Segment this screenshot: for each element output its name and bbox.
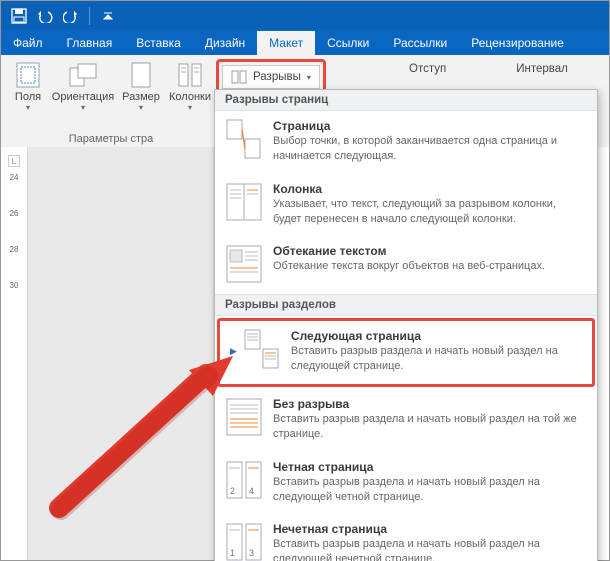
column-break-icon bbox=[225, 182, 263, 222]
page-breaks-header: Разрывы страниц bbox=[215, 90, 597, 111]
svg-text:1: 1 bbox=[230, 548, 235, 558]
orientation-label: Ориентация bbox=[52, 91, 114, 103]
size-button[interactable]: Размер▾ bbox=[117, 59, 165, 127]
break-nextpage-title: Следующая страница bbox=[291, 329, 582, 343]
break-oddpage-desc: Вставить разрыв раздела и начать новый р… bbox=[273, 537, 587, 561]
page-setup-group-label: Параметры стра bbox=[7, 133, 215, 145]
oddpage-break-icon: 13 bbox=[225, 522, 263, 561]
tab-file[interactable]: Файл bbox=[1, 31, 55, 55]
orientation-button[interactable]: Ориентация▾ bbox=[49, 59, 117, 127]
nextpage-break-icon bbox=[243, 329, 281, 369]
break-textwrap-desc: Обтекание текста вокруг объектов на веб-… bbox=[273, 259, 587, 274]
ruler-mark: 26 bbox=[10, 209, 19, 245]
tab-layout[interactable]: Макет bbox=[257, 31, 315, 55]
breaks-dropdown: Разрывы страниц Страница Выбор точки, в … bbox=[214, 89, 598, 561]
break-evenpage[interactable]: 24 Четная страница Вставить разрыв разде… bbox=[215, 452, 597, 515]
svg-text:2: 2 bbox=[230, 486, 235, 496]
undo-icon[interactable] bbox=[33, 4, 57, 28]
tab-mailings[interactable]: Рассылки bbox=[381, 31, 459, 55]
tab-review[interactable]: Рецензирование bbox=[459, 31, 576, 55]
customize-qat-icon[interactable] bbox=[96, 4, 120, 28]
margins-button[interactable]: Поля▾ bbox=[7, 59, 49, 127]
ruler-mark: 30 bbox=[10, 281, 19, 317]
redo-icon[interactable] bbox=[59, 4, 83, 28]
breaks-icon bbox=[231, 70, 247, 84]
break-nextpage[interactable]: ▶ Следующая страница Вставить разрыв раз… bbox=[217, 318, 595, 387]
svg-text:4: 4 bbox=[249, 486, 254, 496]
continuous-break-icon bbox=[225, 397, 263, 437]
break-page-title: Страница bbox=[273, 119, 587, 133]
page-break-icon bbox=[225, 119, 263, 159]
break-column-desc: Указывает, что текст, следующий за разры… bbox=[273, 197, 587, 227]
tab-home[interactable]: Главная bbox=[55, 31, 125, 55]
vertical-ruler: L 24 26 28 30 bbox=[1, 147, 28, 560]
ribbon-tabs: Файл Главная Вставка Дизайн Макет Ссылки… bbox=[1, 30, 609, 55]
save-icon[interactable] bbox=[7, 4, 31, 28]
columns-button[interactable]: Колонки▾ bbox=[165, 59, 215, 127]
break-oddpage-title: Нечетная страница bbox=[273, 522, 587, 536]
chevron-down-icon: ▾ bbox=[307, 73, 311, 82]
break-column[interactable]: Колонка Указывает, что текст, следующий … bbox=[215, 174, 597, 237]
selection-caret-icon: ▶ bbox=[230, 346, 237, 357]
tab-insert[interactable]: Вставка bbox=[124, 31, 193, 55]
margins-label: Поля bbox=[15, 91, 41, 103]
break-evenpage-title: Четная страница bbox=[273, 460, 587, 474]
ruler-corner: L bbox=[8, 155, 19, 167]
break-column-title: Колонка bbox=[273, 182, 587, 196]
group-page-setup: Поля▾ Ориентация▾ Размер▾ Колонки▾ Парам… bbox=[1, 55, 221, 147]
tab-references[interactable]: Ссылки bbox=[315, 31, 381, 55]
break-textwrap-title: Обтекание текстом bbox=[273, 244, 587, 258]
breaks-button[interactable]: Разрывы ▾ bbox=[222, 65, 320, 89]
ruler-mark: 24 bbox=[10, 173, 19, 209]
tab-design[interactable]: Дизайн bbox=[193, 31, 257, 55]
size-label: Размер bbox=[122, 91, 160, 103]
break-continuous-desc: Вставить разрыв раздела и начать новый р… bbox=[273, 412, 587, 442]
break-nextpage-desc: Вставить разрыв раздела и начать новый р… bbox=[291, 344, 582, 374]
breaks-label: Разрывы bbox=[253, 71, 301, 83]
break-page-desc: Выбор точки, в которой заканчивается одн… bbox=[273, 134, 587, 164]
evenpage-break-icon: 24 bbox=[225, 460, 263, 500]
break-textwrap[interactable]: Обтекание текстом Обтекание текста вокру… bbox=[215, 236, 597, 294]
svg-text:3: 3 bbox=[249, 548, 254, 558]
document-background bbox=[28, 147, 214, 560]
ruler-mark: 28 bbox=[10, 245, 19, 281]
break-continuous[interactable]: Без разрыва Вставить разрыв раздела и на… bbox=[215, 389, 597, 452]
break-evenpage-desc: Вставить разрыв раздела и начать новый р… bbox=[273, 475, 587, 505]
break-continuous-title: Без разрыва bbox=[273, 397, 587, 411]
break-page[interactable]: Страница Выбор точки, в которой заканчив… bbox=[215, 111, 597, 174]
section-breaks-header: Разрывы разделов bbox=[215, 294, 597, 316]
quick-access-toolbar bbox=[1, 1, 609, 30]
textwrap-break-icon bbox=[225, 244, 263, 284]
break-oddpage[interactable]: 13 Нечетная страница Вставить разрыв раз… bbox=[215, 514, 597, 561]
columns-label: Колонки bbox=[169, 91, 211, 103]
